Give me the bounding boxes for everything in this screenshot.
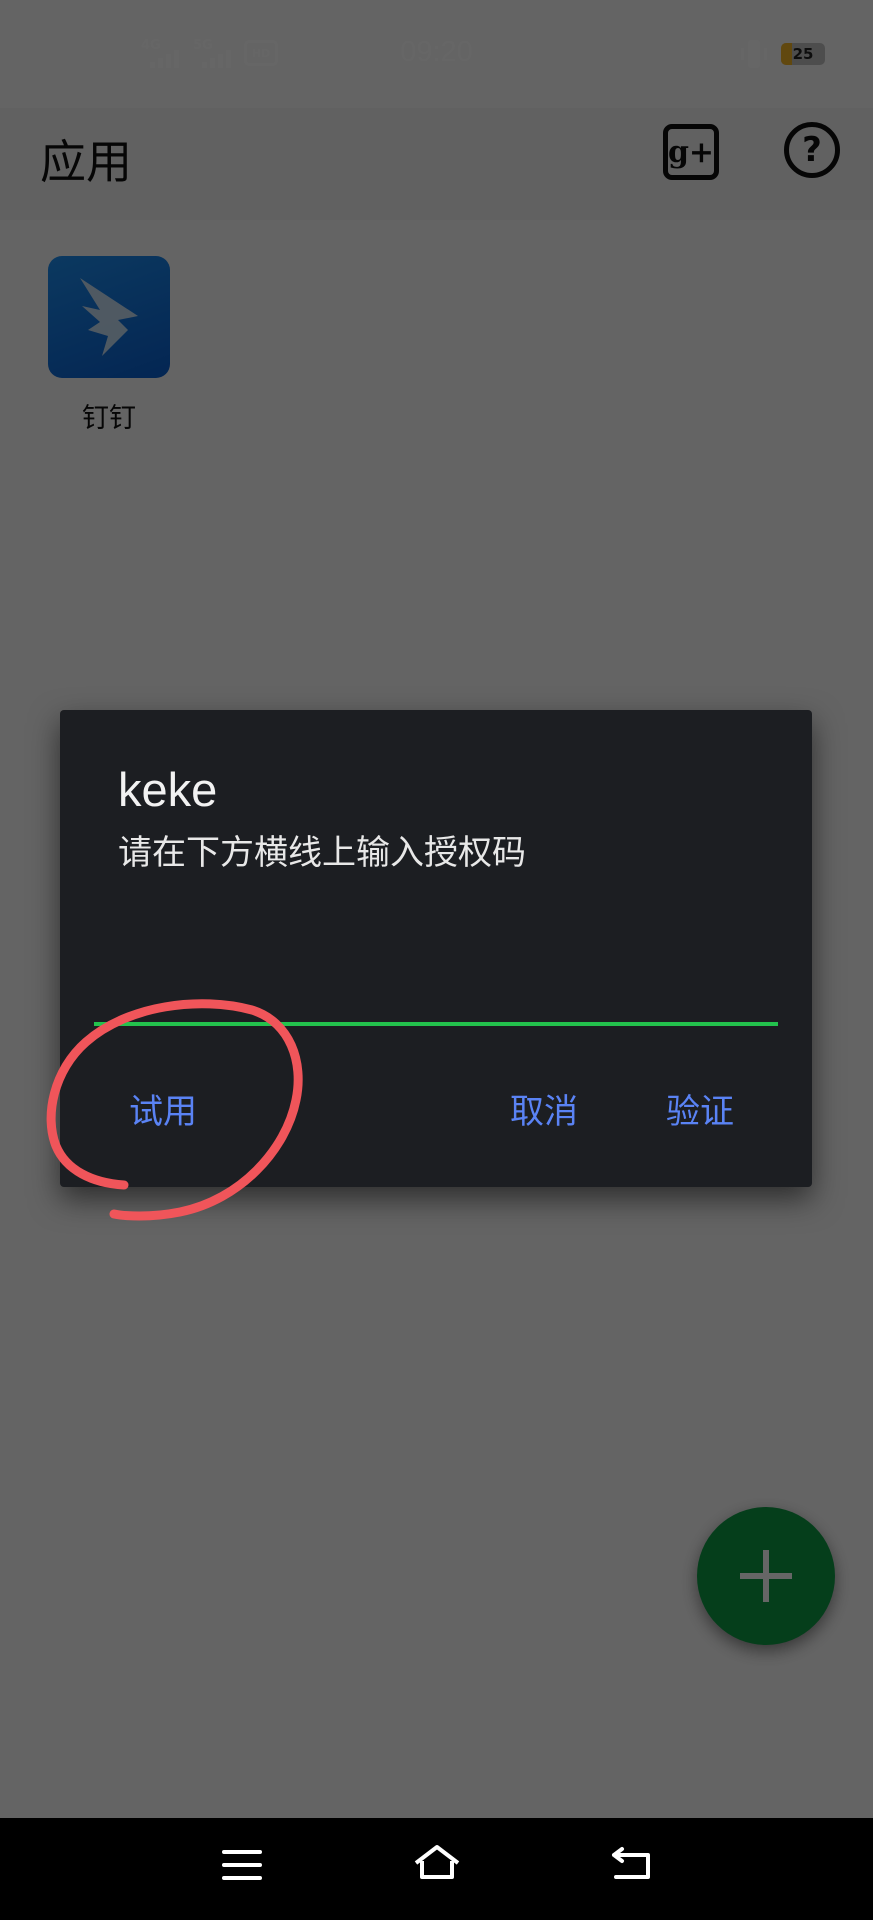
verify-button[interactable]: 验证 xyxy=(666,1084,734,1133)
cancel-button[interactable]: 取消 xyxy=(510,1084,578,1133)
add-app-button[interactable] xyxy=(697,1507,835,1645)
trial-button[interactable]: 试用 xyxy=(129,1084,197,1133)
dialog-message: 请在下方横线上输入授权码 xyxy=(118,833,526,873)
vibrate-icon xyxy=(741,40,767,68)
help-icon[interactable]: ? xyxy=(784,122,840,178)
status-right-icons: 25 xyxy=(741,40,825,68)
google-plus-icon[interactable]: g+ xyxy=(663,124,719,180)
home-icon[interactable] xyxy=(412,1843,462,1883)
menu-icon[interactable] xyxy=(222,1850,262,1882)
auth-code-input[interactable] xyxy=(94,970,778,1026)
dingtalk-icon xyxy=(48,256,170,378)
battery-icon: 25 xyxy=(781,43,825,65)
dialog-title: keke xyxy=(118,763,218,816)
battery-level-text: 25 xyxy=(792,45,814,63)
app-screen: 4G 5G HD 09:20 25 应用 g+ ? 钉钉 keke 请在下方横线… xyxy=(0,0,873,1920)
status-bar: 4G 5G HD 09:20 25 xyxy=(0,0,873,108)
dingtalk-logo-graphic xyxy=(80,278,138,356)
app-label: 钉钉 xyxy=(82,403,136,434)
app-tile-dingtalk[interactable]: 钉钉 xyxy=(48,256,170,435)
authorization-dialog: keke 请在下方横线上输入授权码 试用 取消 验证 xyxy=(60,710,812,1187)
app-bar: 应用 g+ ? xyxy=(0,108,873,220)
back-icon[interactable] xyxy=(610,1843,654,1883)
page-title: 应用 xyxy=(40,135,132,189)
